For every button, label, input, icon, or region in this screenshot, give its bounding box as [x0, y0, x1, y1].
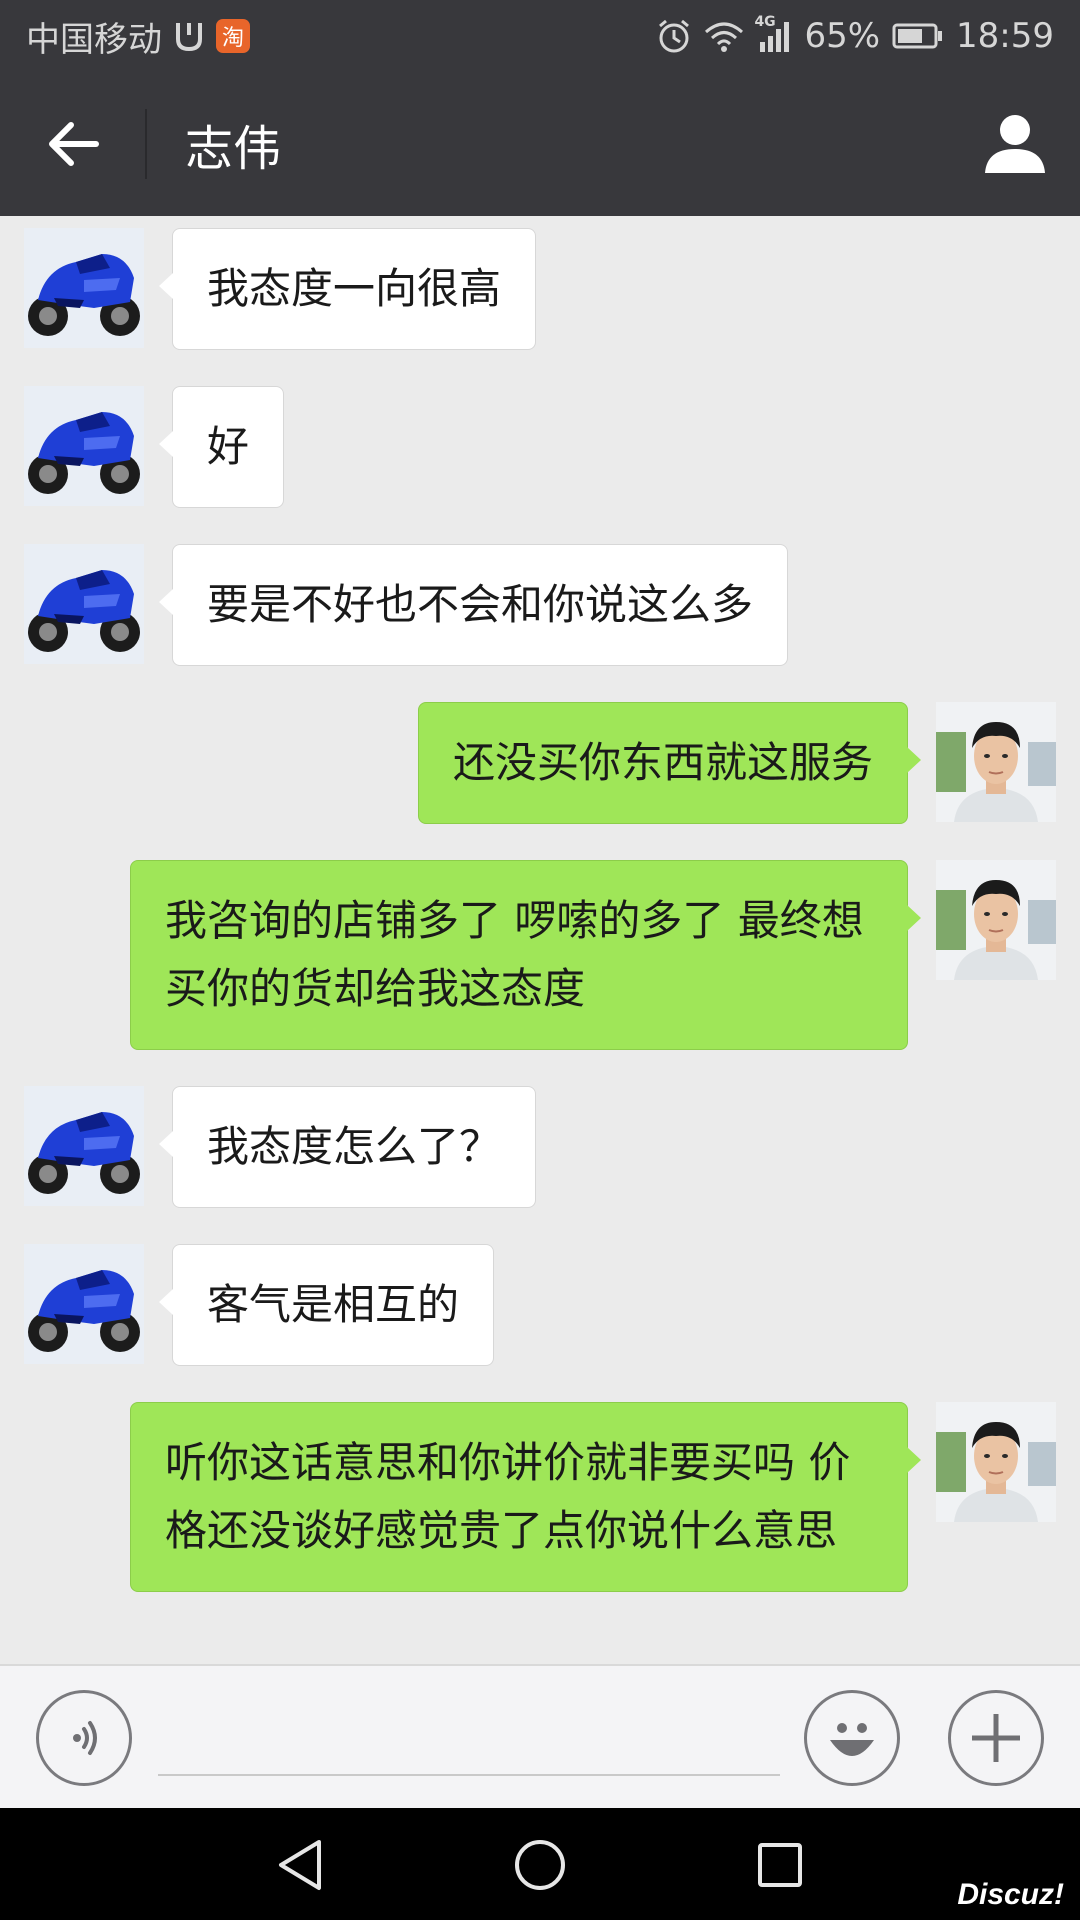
- circle-home-icon: [515, 1840, 565, 1890]
- back-arrow-icon: [48, 122, 99, 166]
- plus-icon: [972, 1714, 1020, 1762]
- wifi-icon: [704, 20, 744, 52]
- square-recents-icon: [758, 1843, 802, 1887]
- contact-profile-button[interactable]: [950, 72, 1080, 216]
- network-type-label: 4G: [754, 14, 776, 30]
- nav-recents-button[interactable]: [730, 1830, 830, 1900]
- message-bubble[interactable]: 好: [158, 386, 285, 508]
- nav-home-button[interactable]: [490, 1830, 590, 1900]
- message-input[interactable]: [158, 1706, 780, 1776]
- discuz-watermark: Discuz!: [957, 1878, 1064, 1911]
- message-bubble[interactable]: 客气是相互的: [158, 1244, 495, 1366]
- emoji-button[interactable]: [804, 1690, 900, 1786]
- taobao-icon: 淘: [216, 19, 250, 53]
- message-bubble[interactable]: 听你这话意思和你讲价就非要买吗 价格还没谈好感觉贵了点你说什么意思: [130, 1402, 921, 1592]
- battery-icon: [892, 22, 944, 50]
- triangle-back-icon: [279, 1840, 321, 1890]
- received-message: 好: [0, 386, 1080, 508]
- received-message: 我态度一向很高: [0, 228, 1080, 350]
- received-message: 要是不好也不会和你说这么多: [0, 544, 1080, 666]
- sent-message: 听你这话意思和你讲价就非要买吗 价格还没谈好感觉贵了点你说什么意思: [0, 1402, 1080, 1592]
- message-bubble[interactable]: 我态度一向很高: [158, 228, 537, 350]
- alarm-icon: [656, 18, 692, 54]
- more-options-button[interactable]: [948, 1690, 1044, 1786]
- received-message: 客气是相互的: [0, 1244, 1080, 1366]
- my-avatar[interactable]: [936, 1402, 1056, 1522]
- clock: 18:59: [956, 16, 1054, 56]
- voice-input-button[interactable]: [36, 1690, 132, 1786]
- contact-avatar[interactable]: [24, 386, 144, 506]
- my-avatar[interactable]: [936, 702, 1056, 822]
- cellular-signal-icon: 4G: [754, 14, 792, 52]
- sent-message: 我咨询的店铺多了 啰嗦的多了 最终想买你的货却给我这态度: [0, 860, 1080, 1050]
- my-avatar[interactable]: [936, 860, 1056, 980]
- battery-percent: 65%: [804, 16, 881, 56]
- sent-message: 还没买你东西就这服务: [0, 702, 1080, 824]
- voice-icon: [73, 1721, 97, 1755]
- contact-avatar[interactable]: [24, 1244, 144, 1364]
- message-bubble[interactable]: 要是不好也不会和你说这么多: [158, 544, 789, 666]
- contact-avatar[interactable]: [24, 228, 144, 348]
- android-nav-bar: Discuz!: [0, 1808, 1080, 1920]
- received-message: 我态度怎么了？: [0, 1086, 1080, 1208]
- nav-back-button[interactable]: [250, 1830, 350, 1900]
- header-divider: [145, 109, 147, 179]
- input-bar: [0, 1664, 1080, 1808]
- chat-title: 志伟: [185, 121, 282, 177]
- notification-icon: [174, 19, 204, 53]
- back-button[interactable]: [0, 72, 145, 216]
- message-bubble[interactable]: 还没买你东西就这服务: [417, 702, 922, 824]
- message-list[interactable]: 我态度一向很高好要是不好也不会和你说这么多还没买你东西就这服务我咨询的店铺多了 …: [0, 216, 1080, 1664]
- contact-avatar[interactable]: [24, 1086, 144, 1206]
- status-left: 中国移动 淘: [26, 12, 250, 61]
- smiley-icon: [830, 1723, 874, 1756]
- chat-header: 志伟: [0, 72, 1080, 216]
- message-bubble[interactable]: 我态度怎么了？: [158, 1086, 537, 1208]
- carrier-label: 中国移动: [26, 19, 162, 60]
- message-bubble[interactable]: 我咨询的店铺多了 啰嗦的多了 最终想买你的货却给我这态度: [130, 860, 921, 1050]
- contact-avatar[interactable]: [24, 544, 144, 664]
- status-right: 4G 65% 18:59: [656, 14, 1054, 56]
- status-bar: 中国移动 淘 4G 65% 18:59: [0, 0, 1080, 72]
- person-icon: [985, 115, 1045, 173]
